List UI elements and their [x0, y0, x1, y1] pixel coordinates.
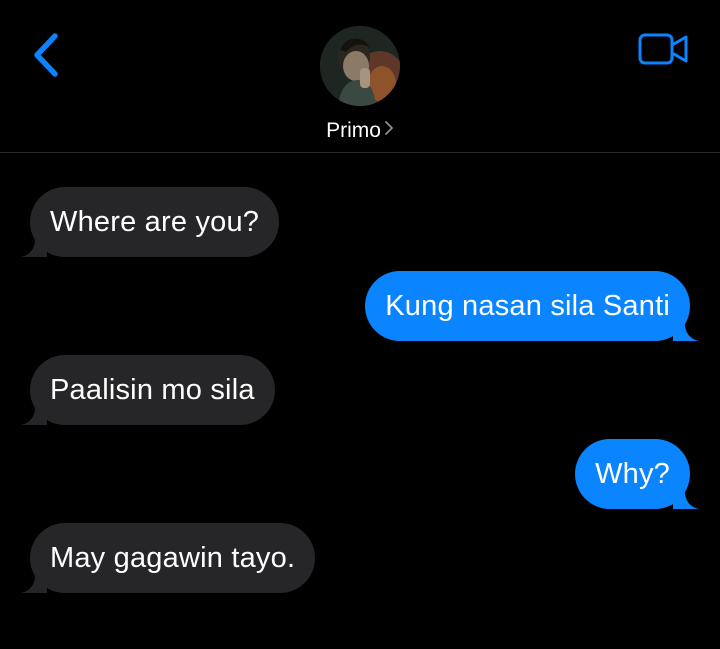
conversation-header: Primo	[0, 0, 720, 153]
incoming-message-bubble[interactable]: May gagawin tayo.	[21, 523, 316, 593]
bubble-tail	[673, 483, 699, 509]
bubble-tail	[21, 231, 47, 257]
message-row-outgoing: Kung nasan sila Santi	[0, 271, 720, 341]
message-row-incoming: Paalisin mo sila	[0, 355, 720, 425]
incoming-message-bubble[interactable]: Where are you?	[21, 187, 280, 257]
bubble-tail	[21, 567, 47, 593]
message-text: Where are you?	[50, 205, 260, 238]
outgoing-message-bubble[interactable]: Kung nasan sila Santi	[365, 271, 699, 341]
contact-name-button[interactable]: Primo	[0, 118, 720, 144]
message-row-incoming: May gagawin tayo.	[0, 523, 720, 593]
message-text: May gagawin tayo.	[50, 541, 296, 574]
message-text: Kung nasan sila Santi	[385, 289, 670, 322]
bubble-tail	[21, 399, 47, 425]
chevron-right-icon	[384, 117, 394, 143]
outgoing-message-bubble[interactable]: Why?	[575, 439, 699, 509]
incoming-message-bubble[interactable]: Paalisin mo sila	[21, 355, 275, 425]
message-row-outgoing: Why?	[0, 439, 720, 509]
contact-avatar[interactable]	[320, 26, 400, 106]
contact-name: Primo	[326, 119, 381, 142]
back-button[interactable]	[28, 30, 68, 80]
message-text: Paalisin mo sila	[50, 373, 255, 406]
video-call-button[interactable]	[638, 32, 690, 66]
message-text: Why?	[595, 457, 670, 490]
video-camera-icon	[638, 33, 688, 65]
message-row-incoming: Where are you?	[0, 187, 720, 257]
avatar-photo	[320, 26, 400, 106]
bubble-tail	[673, 315, 699, 341]
chevron-left-icon	[34, 33, 58, 77]
message-thread: Where are you? Kung nasan sila Santi Paa…	[0, 187, 720, 607]
